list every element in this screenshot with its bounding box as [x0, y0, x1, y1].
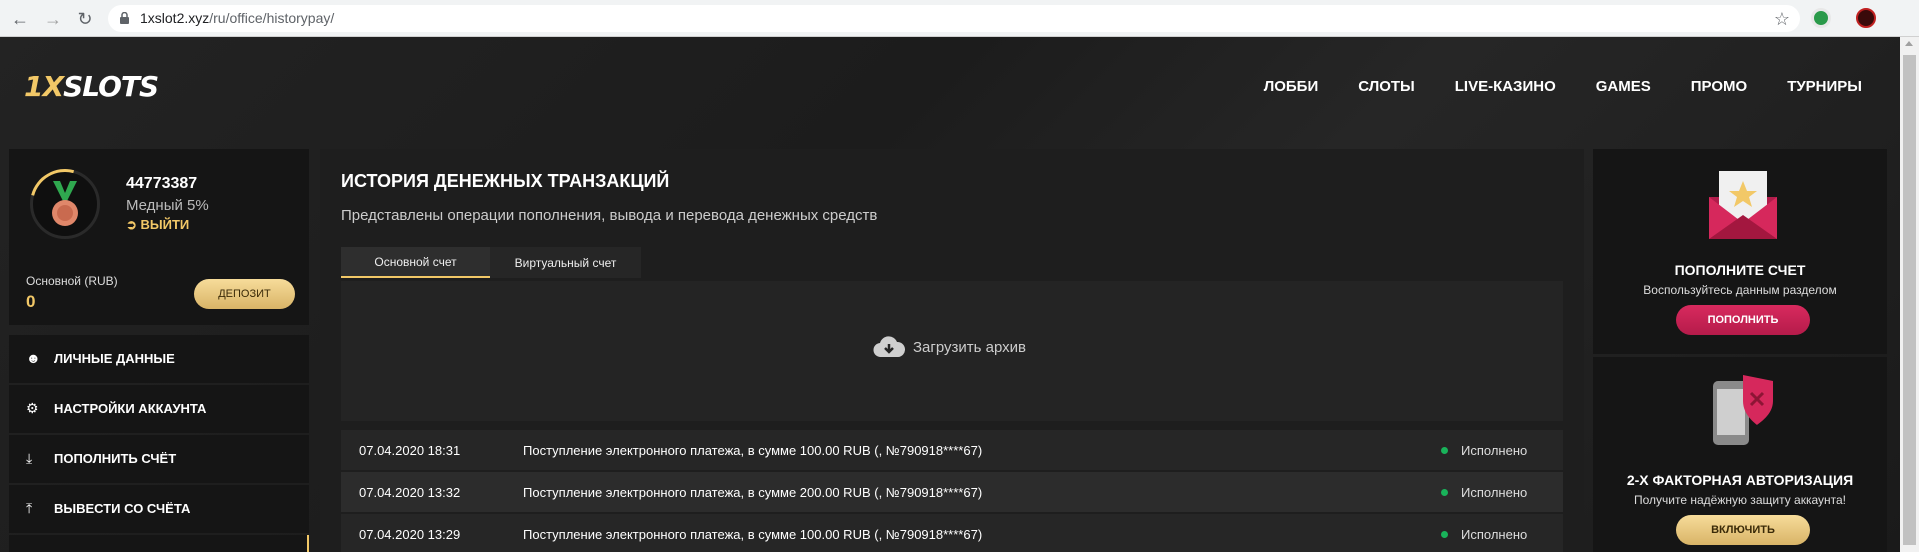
extension-globe-icon[interactable] [1811, 8, 1831, 28]
table-row: 07.04.2020 13:29 Поступление электронног… [341, 514, 1563, 552]
url-host: 1xslot2.xyz [140, 10, 210, 26]
lock-icon [120, 12, 129, 24]
reload-icon[interactable]: ↻ [74, 8, 96, 30]
menu-item-active[interactable] [9, 535, 309, 552]
download-icon: ⤓ [26, 450, 33, 466]
deposit-button[interactable]: ДЕПОЗИТ [194, 279, 295, 309]
site-logo[interactable]: 1XSLOTS [24, 70, 159, 103]
promo-title: 2-Х ФАКТОРНАЯ АВТОРИЗАЦИЯ [1626, 472, 1854, 488]
menu-item-withdraw[interactable]: ⤒ ВЫВЕСТИ СО СЧЁТА [9, 485, 309, 533]
address-bar[interactable]: 1xslot2.xyz/ru/office/historypay/ ☆ [108, 5, 1800, 32]
browser-toolbar: ← → ↻ 1xslot2.xyz/ru/office/historypay/ … [0, 0, 1919, 37]
logo-suffix: SLOTS [63, 70, 159, 103]
profile-card: 44773387 Медный 5% ➲ ВЫЙТИ Основной (RUB… [9, 149, 309, 325]
page-title: ИСТОРИЯ ДЕНЕЖНЫХ ТРАНЗАКЦИЙ [341, 171, 670, 191]
main-panel: ИСТОРИЯ ДЕНЕЖНЫХ ТРАНЗАКЦИЙ Представлены… [320, 149, 1584, 552]
page-scrollbar[interactable] [1900, 37, 1919, 552]
balance-value: 0 [26, 292, 36, 311]
logout-link[interactable]: ➲ ВЫЙТИ [126, 217, 189, 233]
tx-status: Исполнено [1461, 527, 1528, 542]
menu-item-label: НАСТРОЙКИ АККАУНТА [54, 401, 207, 416]
logout-icon: ➲ [126, 217, 141, 232]
upload-icon: ⤒ [26, 500, 33, 516]
logo-prefix: 1X [24, 70, 64, 103]
twofa-promo-card: 2-Х ФАКТОРНАЯ АВТОРИЗАЦИЯ Получите надёж… [1593, 357, 1887, 552]
topup-button[interactable]: ПОПОЛНИТЬ [1676, 305, 1810, 335]
logout-label: ВЫЙТИ [140, 217, 190, 232]
bookmark-star-icon[interactable]: ☆ [1774, 9, 1790, 30]
user-id: 44773387 [126, 175, 198, 192]
enable-2fa-button[interactable]: ВКЛЮЧИТЬ [1676, 515, 1810, 545]
status-dot [1441, 489, 1448, 496]
back-arrow-icon[interactable]: ← [9, 8, 31, 30]
balance-label: Основной (RUB) [26, 274, 118, 288]
promo-text: Получите надёжную защиту аккаунта! [1633, 493, 1846, 507]
nav-slots[interactable]: СЛОТЫ [1358, 78, 1415, 95]
site-header: 1XSLOTS ЛОББИ СЛОТЫ LIVE-КАЗИНО GAMES ПР… [0, 37, 1900, 138]
forward-arrow-icon[interactable]: → [42, 8, 64, 30]
site: 1XSLOTS ЛОББИ СЛОТЫ LIVE-КАЗИНО GAMES ПР… [0, 37, 1919, 552]
scroll-thumb[interactable] [1903, 55, 1916, 545]
envelope-star-icon [1709, 171, 1777, 239]
gears-icon: ⚙ [26, 400, 39, 416]
tx-description: Поступление электронного платежа, в сумм… [523, 443, 983, 458]
url-path: /ru/office/historypay/ [209, 10, 335, 26]
account-tabs: Основной счет Виртуальный счет [341, 247, 641, 278]
promo-title: ПОПОЛНИТЕ СЧЕТ [1674, 262, 1806, 278]
tab-virtual-account[interactable]: Виртуальный счет [490, 247, 641, 278]
nav-games[interactable]: GAMES [1596, 78, 1651, 95]
nav-tournaments[interactable]: ТУРНИРЫ [1787, 78, 1862, 95]
tx-description: Поступление электронного платежа, в сумм… [523, 527, 983, 542]
download-archive-button[interactable]: Загрузить архив [873, 335, 1026, 359]
menu-item-personal-data[interactable]: ☻ ЛИЧНЫЕ ДАННЫЕ [9, 335, 309, 383]
cloud-download-icon [873, 336, 905, 358]
main-nav: ЛОББИ СЛОТЫ LIVE-КАЗИНО GAMES ПРОМО ТУРН… [1264, 78, 1900, 95]
nav-promo[interactable]: ПРОМО [1691, 78, 1747, 95]
profile-avatar-icon[interactable] [1856, 8, 1876, 28]
tx-date: 07.04.2020 13:29 [359, 527, 461, 542]
tab-main-account[interactable]: Основной счет [341, 247, 490, 278]
archive-label: Загрузить архив [913, 338, 1027, 356]
user-level: Медный 5% [126, 197, 209, 214]
tx-status: Исполнено [1461, 485, 1528, 500]
nav-live-casino[interactable]: LIVE-КАЗИНО [1455, 78, 1556, 95]
status-dot [1441, 531, 1448, 538]
table-row: 07.04.2020 13:32 Поступление электронног… [341, 472, 1563, 512]
status-dot [1441, 447, 1448, 454]
tx-description: Поступление электронного платежа, в сумм… [523, 485, 983, 500]
menu-item-label: ВЫВЕСТИ СО СЧЁТА [54, 501, 191, 516]
menu-item-label: ЛИЧНЫЕ ДАННЫЕ [54, 351, 175, 366]
table-row: 07.04.2020 18:31 Поступление электронног… [341, 430, 1563, 470]
promo-text: Воспользуйтесь данным разделом [1643, 283, 1837, 297]
medal-icon [52, 181, 78, 226]
deposit-promo-card: ПОПОЛНИТЕ СЧЕТ Воспользуйтесь данным раз… [1593, 149, 1887, 354]
phone-shield-icon [1713, 375, 1773, 445]
nav-lobby[interactable]: ЛОББИ [1264, 78, 1319, 95]
scroll-up-arrow-icon[interactable] [1905, 41, 1913, 46]
tx-status: Исполнено [1461, 443, 1528, 458]
page-subtitle: Представлены операции пополнения, вывода… [341, 207, 878, 224]
tx-date: 07.04.2020 18:31 [359, 443, 461, 458]
tx-date: 07.04.2020 13:32 [359, 485, 461, 500]
archive-panel: Загрузить архив [341, 281, 1563, 421]
menu-item-deposit[interactable]: ⤓ ПОПОЛНИТЬ СЧЁТ [9, 435, 309, 483]
menu-item-label: ПОПОЛНИТЬ СЧЁТ [54, 451, 177, 466]
menu-item-account-settings[interactable]: ⚙ НАСТРОЙКИ АККАУНТА [9, 385, 309, 433]
user-plus-icon: ☻ [26, 350, 41, 366]
account-menu: ☻ ЛИЧНЫЕ ДАННЫЕ ⚙ НАСТРОЙКИ АККАУНТА ⤓ П… [9, 335, 309, 552]
url-text: 1xslot2.xyz/ru/office/historypay/ [140, 10, 334, 26]
